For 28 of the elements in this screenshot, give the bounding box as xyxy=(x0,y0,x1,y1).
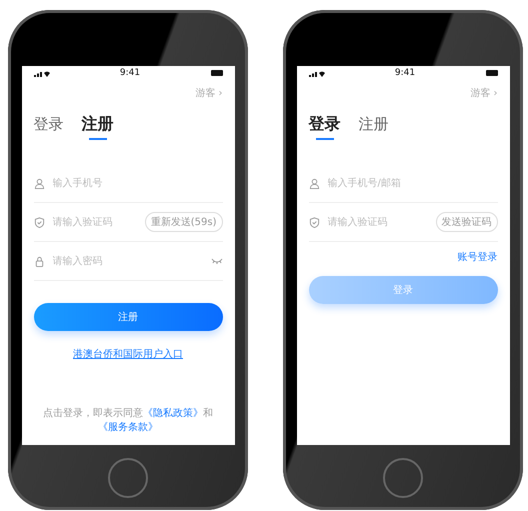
status-time: 9:41 xyxy=(120,68,140,78)
send-code-button[interactable]: 重新发送(59s) xyxy=(144,212,222,232)
agreement-text: 点击登录，即表示同意《隐私政策》和 《服务条款》 xyxy=(42,407,214,435)
submit-button[interactable]: 注册 xyxy=(34,303,222,331)
international-link[interactable]: 港澳台侨和国际用户入口 xyxy=(73,347,183,361)
signal-icon xyxy=(34,70,50,76)
account-login-link[interactable]: 账号登录 xyxy=(458,250,498,264)
shield-icon xyxy=(34,216,44,228)
privacy-link[interactable]: 《隐私政策》 xyxy=(143,408,203,419)
tab[interactable]: 注册 xyxy=(82,114,114,140)
closed-eye-icon[interactable] xyxy=(210,258,222,264)
shield-icon xyxy=(308,216,320,228)
lock-icon xyxy=(34,256,44,266)
home-button[interactable] xyxy=(108,458,148,498)
send-code-button[interactable]: 发送验证码 xyxy=(436,212,498,232)
battery-icon xyxy=(210,70,222,76)
guest-link[interactable]: 游客 › xyxy=(195,86,222,100)
signal-icon xyxy=(308,70,324,76)
user-icon xyxy=(308,178,320,188)
guest-link[interactable]: 游客 › xyxy=(470,86,498,100)
tab[interactable]: 登录 xyxy=(308,114,340,140)
battery-icon xyxy=(486,70,498,76)
tab[interactable]: 登录 xyxy=(34,114,64,140)
terms-link[interactable]: 《服务条款》 xyxy=(98,422,158,433)
status-time: 9:41 xyxy=(394,68,416,78)
tab[interactable]: 注册 xyxy=(358,114,388,140)
home-button[interactable] xyxy=(383,458,423,498)
user-icon xyxy=(34,178,44,188)
